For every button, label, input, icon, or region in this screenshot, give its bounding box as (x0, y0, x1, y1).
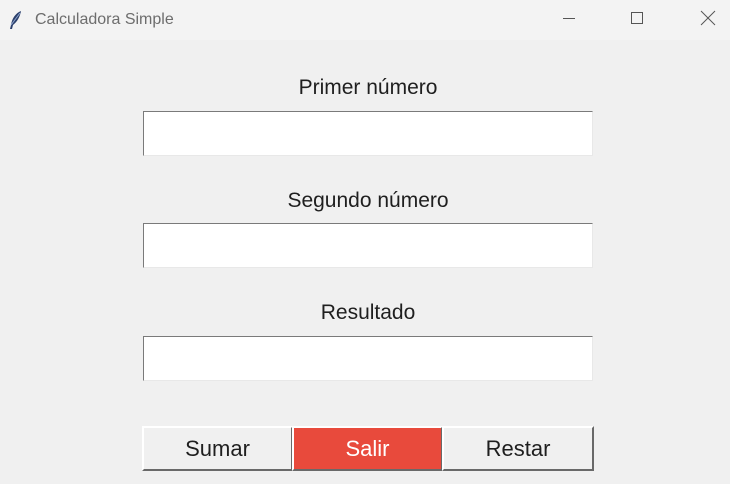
title-bar[interactable]: Calculadora Simple (0, 0, 730, 40)
exit-button[interactable]: Salir (292, 426, 443, 471)
first-number-label: Primer número (298, 76, 438, 99)
maximize-button[interactable] (606, 0, 668, 40)
first-number-input[interactable] (143, 111, 593, 156)
close-button[interactable] (677, 0, 730, 40)
close-icon (700, 10, 716, 31)
feather-icon (8, 10, 24, 30)
minimize-button[interactable] (538, 0, 600, 40)
subtract-button[interactable]: Restar (442, 426, 594, 471)
calculator-window: Calculadora Simple Primer número Segundo… (0, 0, 730, 484)
maximize-icon (630, 11, 644, 30)
minimize-icon (562, 11, 576, 30)
second-number-input[interactable] (143, 223, 593, 268)
second-number-label: Segundo número (287, 189, 449, 212)
add-button[interactable]: Sumar (142, 426, 293, 471)
window-title: Calculadora Simple (35, 11, 174, 28)
result-label: Resultado (320, 301, 416, 324)
result-input[interactable] (143, 336, 593, 381)
